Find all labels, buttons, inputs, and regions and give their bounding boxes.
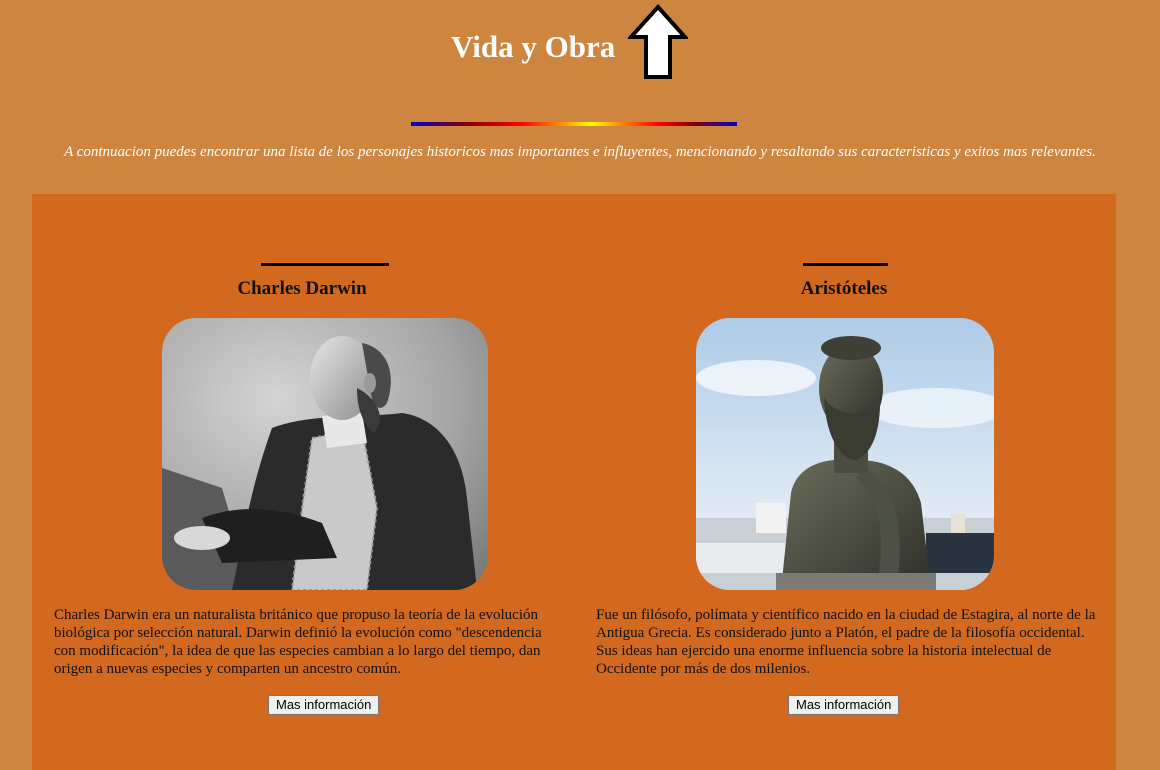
person-card-darwin: Charles Darwin Charles Darwin era un nat…: [32, 194, 572, 770]
intro-text: A contnuacion puedes encontrar una lista…: [64, 144, 1096, 160]
more-info-button[interactable]: Mas información: [788, 695, 900, 715]
darwin-portrait: [162, 318, 488, 590]
page-header: Vida y Obra: [0, 0, 1160, 126]
people-panel: Charles Darwin Charles Darwin era un nat…: [32, 194, 1116, 770]
person-card-aristoteles: Aristóteles Fue un filósofo, polímata y …: [574, 194, 1114, 770]
card-divider: [803, 263, 888, 266]
rainbow-divider: [411, 122, 737, 126]
darwin-portrait-image: [162, 318, 488, 590]
up-arrow-icon: [628, 4, 688, 79]
person-description: Fue un filósofo, polímata y científico n…: [596, 607, 1096, 677]
person-name: Aristóteles: [800, 278, 888, 299]
aristoteles-portrait: [696, 318, 994, 590]
card-divider: [261, 263, 389, 266]
person-description: Charles Darwin era un naturalista britán…: [54, 607, 542, 677]
page-title: Vida y Obra: [451, 29, 616, 64]
person-name: Charles Darwin: [237, 278, 367, 299]
page: Vida y Obra A contnuacion puedes encontr…: [0, 0, 1160, 770]
aristoteles-portrait-image: [696, 318, 994, 590]
more-info-button[interactable]: Mas información: [268, 695, 380, 715]
